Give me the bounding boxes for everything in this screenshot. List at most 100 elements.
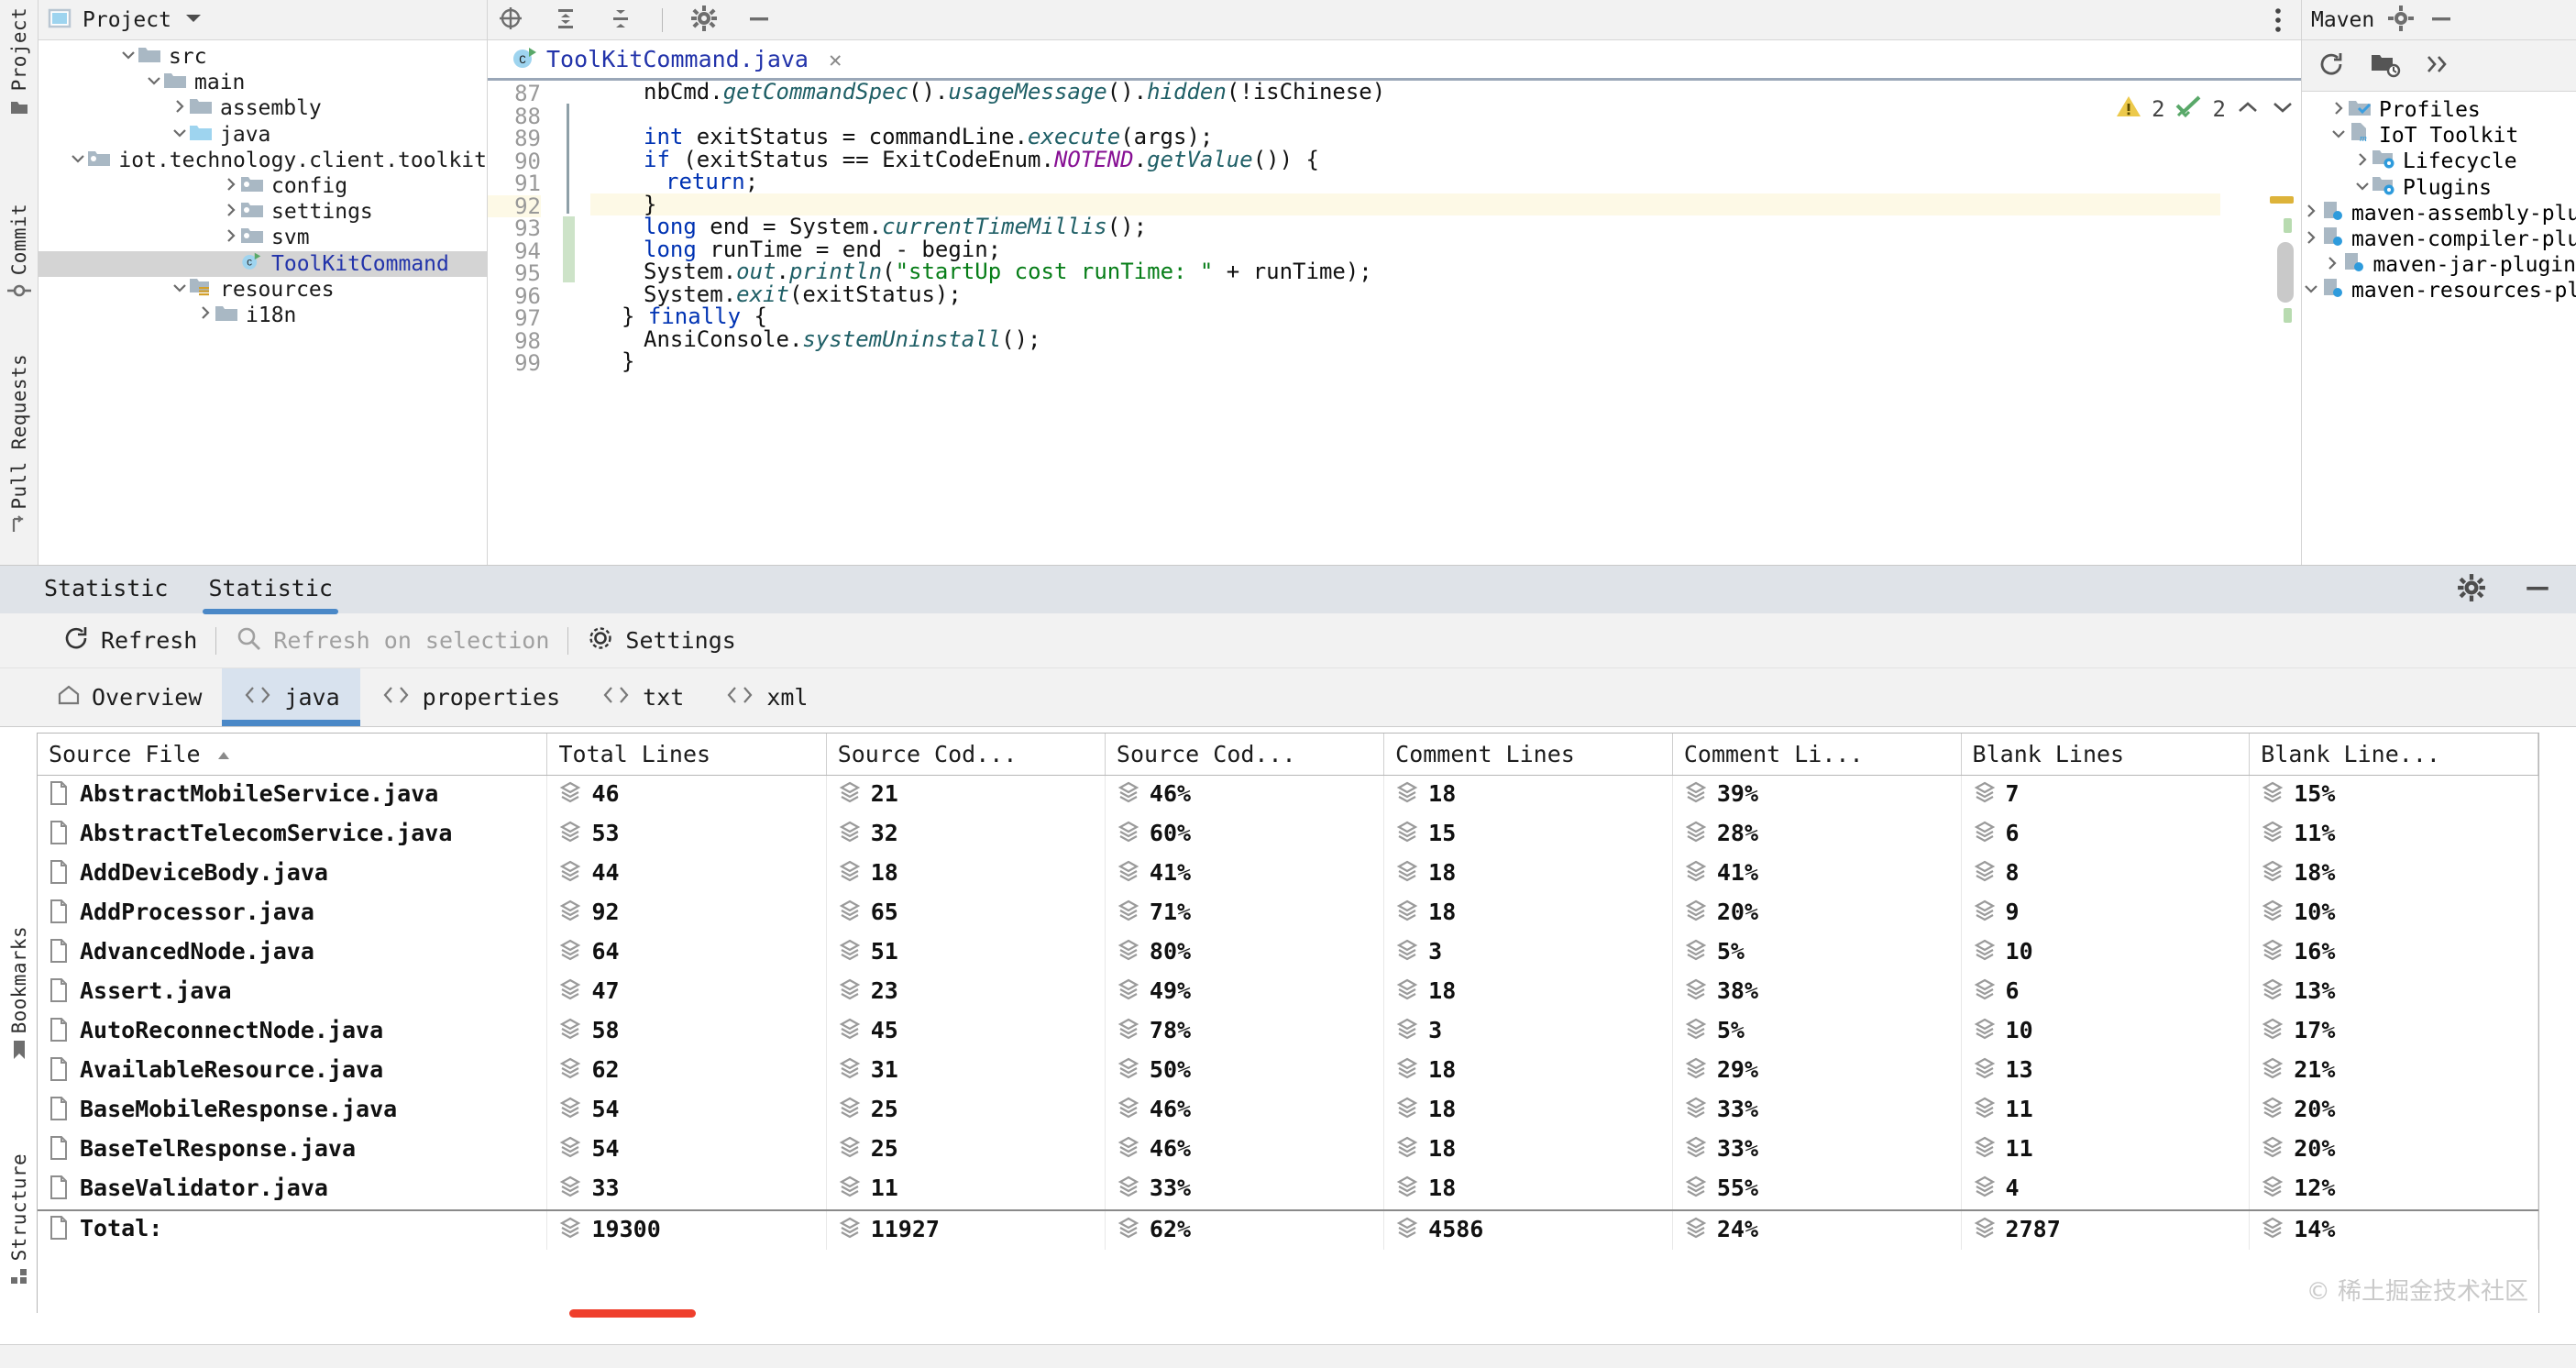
table-row[interactable]: AvailableResource.java623150%1829%1321% [38,1052,2538,1091]
column-header-4[interactable]: Comment Lines [1384,734,1673,776]
project-tree-item[interactable]: svm [39,225,487,250]
code-line[interactable]: long end = System.currentTimeMillis(); [590,215,2220,238]
project-tree-item[interactable]: iot.technology.client.toolkit [39,148,487,173]
project-tree-item[interactable]: config [39,173,487,199]
maven-tree-item[interactable]: Profiles [2302,97,2576,123]
column-header-2[interactable]: Source Cod... [826,734,1105,776]
maven-tree-item[interactable]: Plugins [2302,175,2576,201]
project-tree-item[interactable]: settings [39,199,487,225]
reload-all-icon[interactable] [2317,50,2346,83]
chevron-up-icon[interactable] [2235,96,2261,122]
gear-icon[interactable] [690,5,718,36]
add-maven-project-icon[interactable] [2370,50,2401,83]
project-tree-item[interactable]: i18n [39,303,487,328]
collapse-all-icon[interactable] [607,5,634,36]
tree-expander-icon[interactable] [69,151,87,170]
statistic-tab-1[interactable]: Statistic [208,575,332,605]
statistic-tab-0[interactable]: Statistic [44,575,168,605]
column-header-7[interactable]: Blank Line... [2250,734,2538,776]
tree-expander-icon[interactable] [119,48,138,66]
refresh-on-selection-button[interactable]: Refresh on selection [216,624,567,657]
tree-expander-icon[interactable] [222,176,240,197]
tree-expander-icon[interactable] [2302,229,2320,250]
project-tree-item[interactable]: assembly [39,95,487,121]
minimize-icon[interactable] [2523,573,2552,606]
table-row[interactable]: AddDeviceBody.java441841%1841%818% [38,855,2538,894]
code-lines[interactable]: nbCmd.getCommandSpec().usageMessage().hi… [590,81,2220,565]
minimize-icon[interactable] [745,5,773,36]
table-row[interactable]: AbstractMobileService.java462146%1839%71… [38,776,2538,815]
code-line[interactable]: return; [590,171,2220,193]
tree-expander-icon[interactable] [2302,203,2320,224]
code-editor[interactable]: 87888990919293949596979899 nbCmd.getComm… [488,81,2301,565]
minimize-icon[interactable] [2427,5,2455,36]
more-vertical-icon[interactable] [2264,6,2292,40]
project-tree-item[interactable]: main [39,70,487,95]
maven-tree-item[interactable]: Lifecycle [2302,149,2576,174]
tree-expander-icon[interactable] [2302,281,2320,300]
code-line[interactable]: System.out.println("startUp cost runTime… [590,260,2220,283]
code-line[interactable]: if (exitStatus == ExitCodeEnum.NOTEND.ge… [590,149,2220,171]
table-row[interactable]: BaseMobileResponse.java542546%1833%1120% [38,1091,2538,1131]
column-header-5[interactable]: Comment Li... [1672,734,1961,776]
tree-expander-icon[interactable] [171,98,189,119]
maven-tree-item[interactable]: maven-compiler-plugin [2302,226,2576,252]
maven-tree-item[interactable]: mIoT Toolkit [2302,123,2576,149]
tree-expander-icon[interactable] [2329,127,2348,145]
column-header-0[interactable]: Source File [38,734,547,776]
tree-expander-icon[interactable] [2323,255,2341,276]
inspection-widget[interactable]: 2 2 [2115,94,2295,125]
tree-expander-icon[interactable] [2353,179,2372,197]
project-tree-item[interactable]: java [39,122,487,148]
refresh-button[interactable]: Refresh [44,624,215,657]
code-line[interactable]: } [590,193,2220,216]
subtab-overview[interactable]: Overview [37,668,222,726]
tree-expander-icon[interactable] [171,281,189,299]
sidebar-item-project[interactable]: Project [0,7,39,126]
table-row[interactable]: BaseTelResponse.java542546%1833%1120% [38,1131,2538,1170]
chevrons-right-icon[interactable] [2425,52,2450,80]
table-row[interactable]: AdvancedNode.java645180%35%1016% [38,933,2538,973]
chevron-down-icon[interactable] [182,11,204,29]
sidebar-item-pull-requests[interactable]: Pull Requests [0,354,39,545]
sidebar-item-structure[interactable]: Structure [0,1153,39,1296]
settings-button[interactable]: Settings [568,624,754,657]
code-line[interactable]: System.exit(exitStatus); [590,283,2220,306]
column-header-1[interactable]: Total Lines [547,734,826,776]
subtab-xml[interactable]: xml [704,668,828,726]
code-line[interactable]: int exitStatus = commandLine.execute(arg… [590,126,2220,149]
table-row[interactable]: AddProcessor.java926571%1820%910% [38,894,2538,933]
project-tree-item[interactable]: src [39,44,487,70]
sidebar-item-commit[interactable]: Commit [0,204,39,310]
tree-expander-icon[interactable] [196,304,215,325]
subtab-txt[interactable]: txt [580,668,704,726]
table-row[interactable]: BaseValidator.java331133%1855%412% [38,1170,2538,1209]
tree-expander-icon[interactable] [2329,100,2348,121]
tree-expander-icon[interactable] [145,73,163,92]
code-line[interactable]: long runTime = end - begin; [590,238,2220,261]
code-line[interactable]: AnsiConsole.systemUninstall(); [590,328,2220,351]
editor-scrollbar-thumb[interactable] [2277,242,2294,303]
chevron-down-icon[interactable] [2270,96,2295,122]
table-row[interactable]: AutoReconnectNode.java584578%35%1017% [38,1012,2538,1052]
close-icon[interactable]: ✕ [829,47,842,72]
gear-icon[interactable] [2387,5,2415,36]
tree-expander-icon[interactable] [2353,151,2372,172]
maven-tree-item[interactable]: maven-resources-plugin [2302,278,2576,303]
tab-toolkitcommand-java[interactable]: C ToolKitCommand.java ✕ [502,44,849,75]
code-line[interactable] [590,104,2220,127]
expand-all-icon[interactable] [552,5,579,36]
tree-expander-icon[interactable] [171,126,189,144]
code-line[interactable]: } [590,350,2220,373]
project-tree-item[interactable]: CToolKitCommand [39,251,487,277]
table-row[interactable]: Assert.java472349%1838%613% [38,973,2538,1012]
code-line[interactable]: nbCmd.getCommandSpec().usageMessage().hi… [590,81,2220,104]
maven-tree-item[interactable]: maven-jar-plugin [2302,252,2576,278]
gear-icon[interactable] [2457,573,2486,606]
sidebar-item-bookmarks[interactable]: Bookmarks [0,926,39,1070]
code-line[interactable]: } finally { [590,305,2220,328]
project-tree-item[interactable]: resources [39,277,487,303]
tree-expander-icon[interactable] [222,202,240,223]
column-header-6[interactable]: Blank Lines [1961,734,2250,776]
table-row[interactable]: AbstractTelecomService.java533260%1528%6… [38,815,2538,855]
